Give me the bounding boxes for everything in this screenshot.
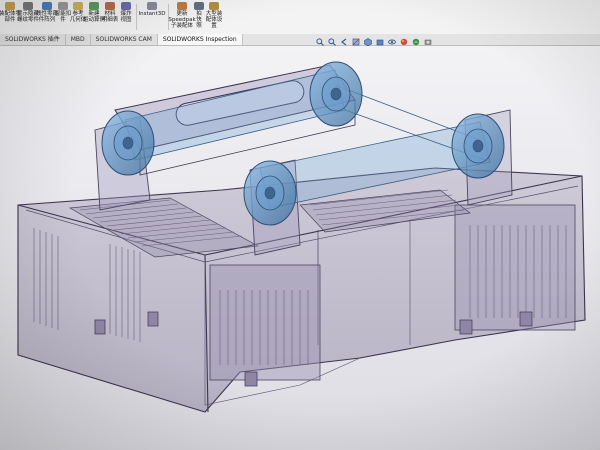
assembly-icon [5,2,15,10]
pattern-icon [42,2,52,10]
large-assembly-icon [209,2,219,10]
command-manager-tabs: SOLIDWORKS 插件 MBD SOLIDWORKS CAM SOLIDWO… [0,34,600,46]
pulley[interactable] [243,160,297,226]
ribbon-button-7[interactable]: 爆炸 视图 [118,0,134,34]
ribbon-label: 拍快照 [196,11,202,29]
pulley[interactable] [451,113,505,179]
ribbon-label: 爆炸 视图 [120,11,132,23]
ribbon-label: 更新 Speedpak 子装配体 [168,11,196,29]
ribbon-separator [136,4,137,30]
ribbon-button-2[interactable]: 线性零部 件阵列 [36,0,58,34]
zoom-to-fit-icon[interactable] [316,38,324,46]
ribbon-button-6[interactable]: 材料 明细表 [102,0,118,34]
ribbon-button-5[interactable]: 新建 运动算例 [83,0,105,34]
zoom-area-icon[interactable] [328,38,336,46]
tab-mbd[interactable]: MBD [66,34,91,45]
graphics-area[interactable] [0,46,600,450]
previous-view-icon[interactable] [340,38,348,46]
ribbon-button-3[interactable]: 智能扣件 [55,0,71,34]
ribbon-button-1[interactable]: 显示隐藏 螺纹零件 [17,0,39,34]
section-view-icon[interactable] [352,38,360,46]
tab-addins[interactable]: SOLIDWORKS 插件 [0,34,66,45]
exploded-view-icon [121,2,131,10]
bom-icon [105,2,115,10]
ribbon-button-11[interactable]: 大型装 配体设置 [204,0,224,34]
instant3d-icon [147,2,157,10]
snapshot-icon [194,2,204,10]
reference-geometry-icon [73,2,83,10]
ribbon-button-10[interactable]: 拍快照 [194,0,204,34]
hide-show-items-icon[interactable] [388,38,396,46]
command-manager-ribbon: 装配体零 部件 显示隐藏 螺纹零件 线性零部 件阵列 智能扣件 参考 几何体 新建 运动算… [0,0,600,35]
solidworks-window: 装配体零 部件 显示隐藏 螺纹零件 线性零部 件阵列 智能扣件 参考 几何体 新建 运动算… [0,0,600,450]
pulley[interactable] [101,110,155,176]
motion-study-icon [89,2,99,10]
view-orientation-icon[interactable] [364,38,372,46]
view-settings-icon[interactable] [424,38,432,46]
display-style-icon[interactable] [376,38,384,46]
apply-scene-icon[interactable] [412,38,420,46]
hide-show-icon [23,2,33,10]
edit-appearance-icon[interactable] [400,38,408,46]
ribbon-label: 大型装 配体设置 [205,11,223,29]
ribbon-button-8[interactable]: Instant3D [138,0,166,34]
ribbon-label: 材料 明细表 [101,11,119,23]
tab-cam[interactable]: SOLIDWORKS CAM [91,34,158,45]
tab-inspection[interactable]: SOLIDWORKS Inspection [157,34,243,45]
fastener-icon [58,2,68,10]
pulley[interactable] [309,61,363,127]
ribbon-label: Instant3D [138,11,166,17]
speedpak-icon [177,2,187,10]
ribbon-button-9[interactable]: 更新 Speedpak 子装配体 [168,0,196,34]
